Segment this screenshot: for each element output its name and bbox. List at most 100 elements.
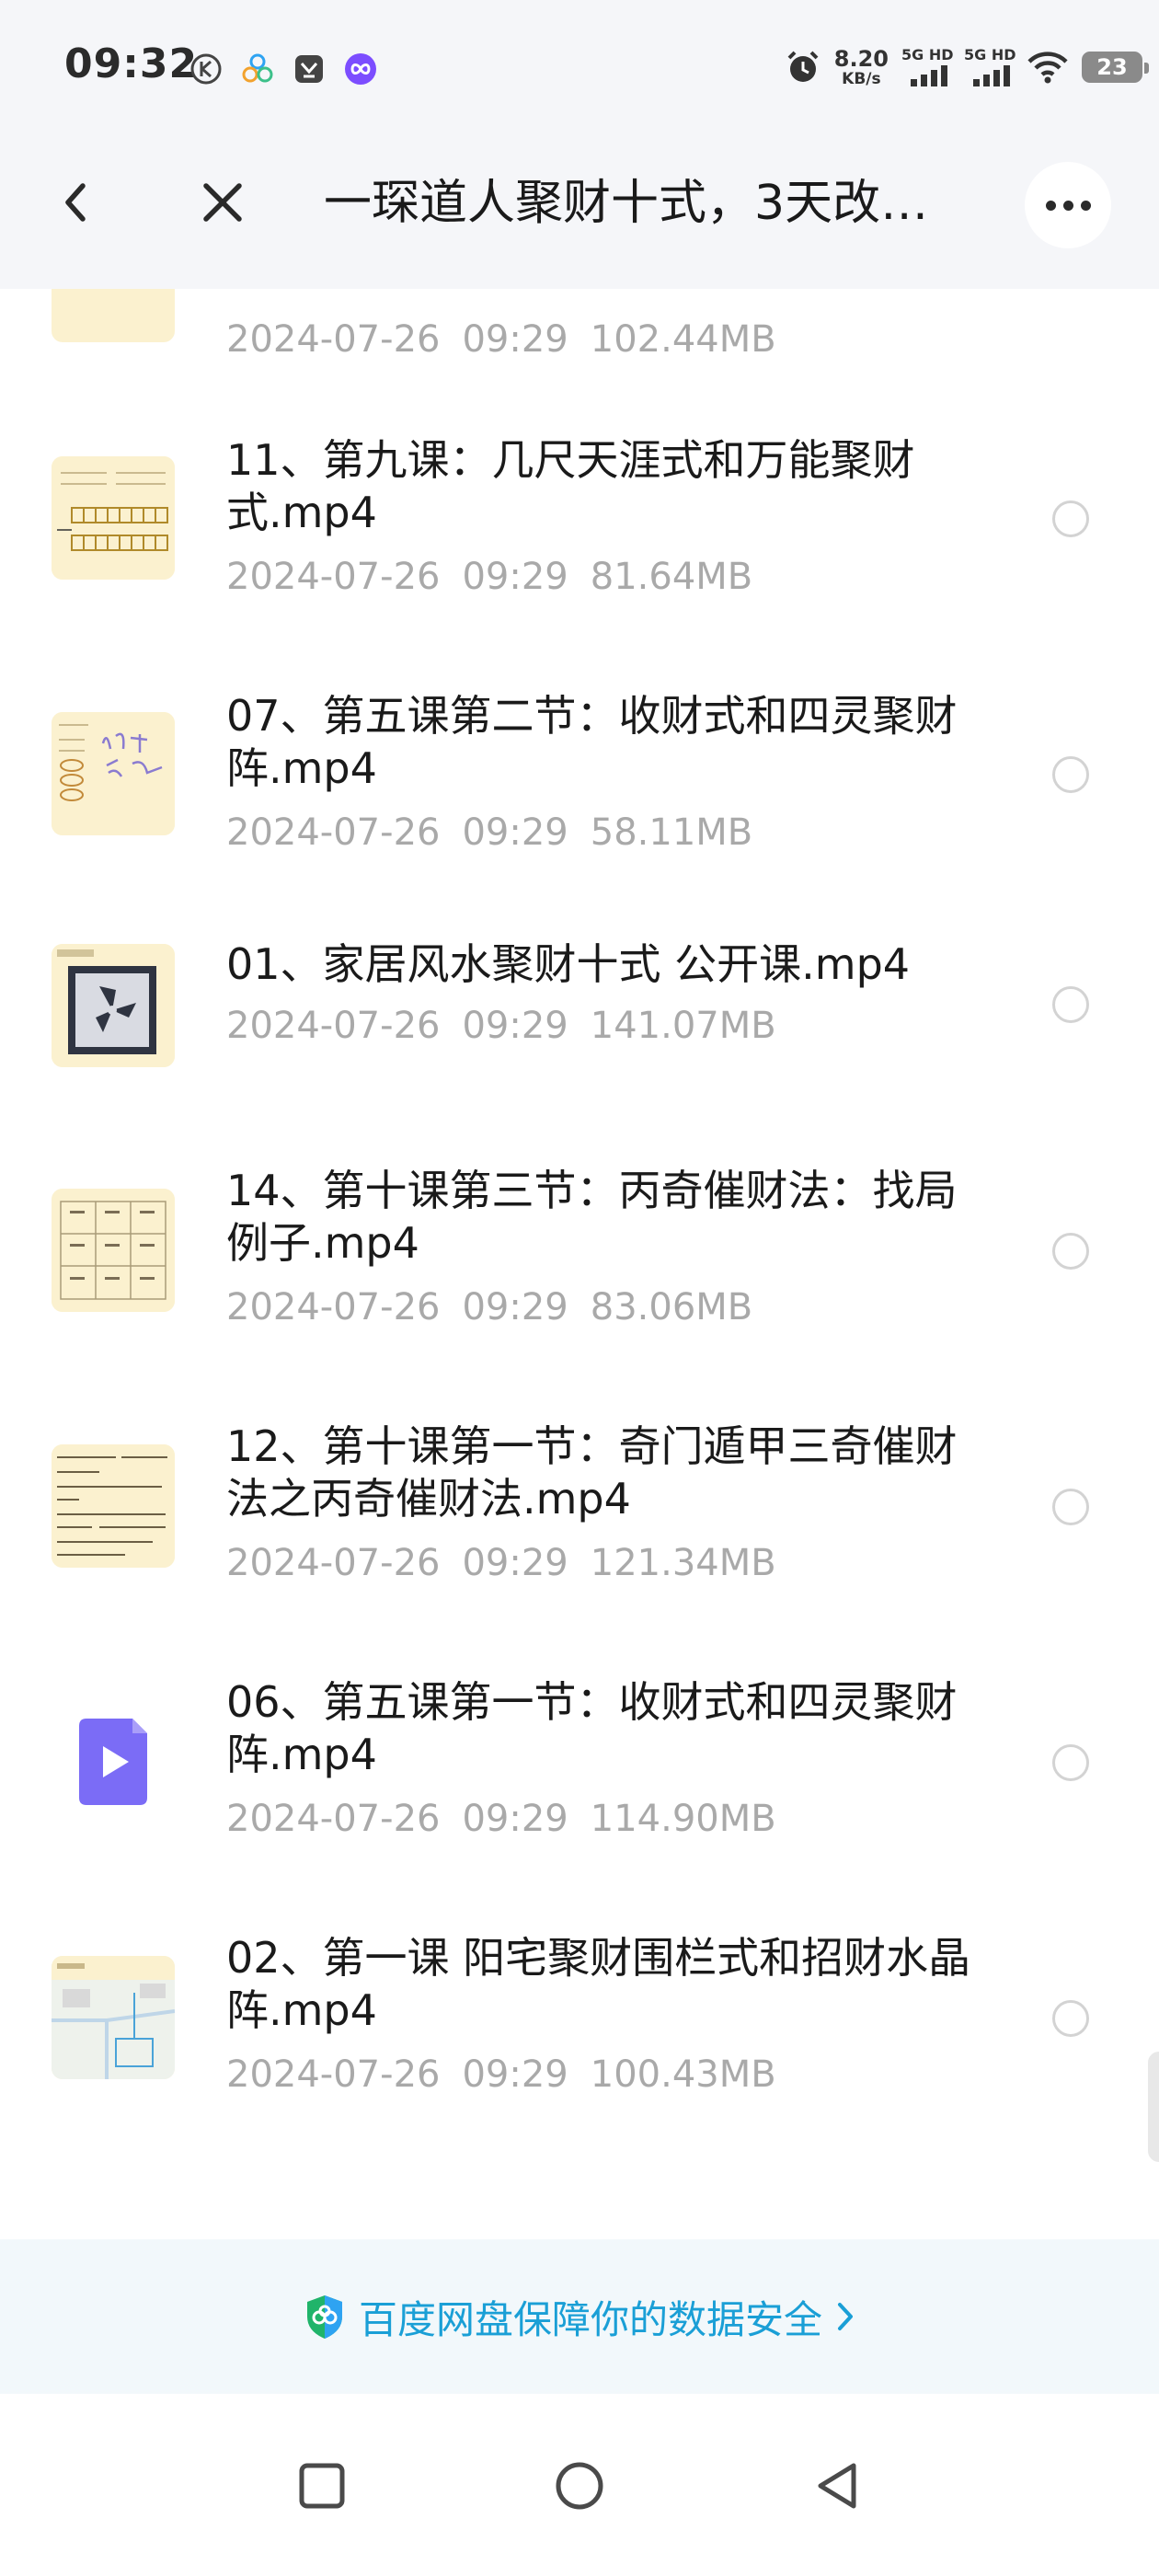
file-row[interactable]: 11、第九课：几尺天涯式和万能聚财式.mp4 2024-07-26 09:29 81… <box>0 408 1159 664</box>
signal-icon: 5G HD <box>901 46 954 88</box>
file-size: 58.11MB <box>590 811 753 854</box>
file-time: 09:29 <box>462 556 568 598</box>
sim1-label: 5G HD <box>901 46 954 63</box>
file-row[interactable]: 12、第十课第一节：奇门遁甲三奇催财法之丙奇催财法.mp4 2024-07-26… <box>0 1420 1159 1676</box>
file-meta: 2024-07-26 09:29 100.43MB <box>226 2053 798 2096</box>
file-row[interactable]: 2024-07-26 09:29 102.44MB <box>0 289 1159 408</box>
file-date: 2024-07-26 <box>226 1286 441 1328</box>
select-radio[interactable] <box>1052 1744 1089 1781</box>
recents-button[interactable] <box>276 2440 368 2532</box>
nav-back-button[interactable] <box>791 2440 883 2532</box>
wifi-icon <box>1027 52 1068 84</box>
select-radio[interactable] <box>1052 986 1089 1023</box>
file-meta: 2024-07-26 09:29 81.64MB <box>226 556 775 598</box>
back-triangle-icon <box>818 2463 856 2509</box>
text-slide-thumbnail <box>52 1444 175 1568</box>
close-icon <box>203 183 242 222</box>
title-bar: 一琛道人聚财十式，3天改… <box>0 118 1159 289</box>
signal-icon: 5G HD <box>964 46 1016 88</box>
security-banner[interactable]: 百度网盘保障你的数据安全 <box>0 2239 1159 2394</box>
file-row[interactable]: 02、第一课 阳宅聚财围栏式和招财水晶阵.mp4 2024-07-26 09:29… <box>0 1932 1159 2188</box>
file-meta: 2024-07-26 09:29 121.34MB <box>226 1542 798 1584</box>
file-row[interactable]: 07、第五课第二节：收财式和四灵聚财阵.mp4 2024-07-26 09:29 5… <box>0 664 1159 920</box>
select-radio[interactable] <box>1052 756 1089 793</box>
status-right-icons: 8.20 KB/s 5G HD 5G HD 23 <box>785 46 1149 88</box>
video-file-icon <box>52 1700 175 1823</box>
file-date: 2024-07-26 <box>226 556 441 598</box>
net-speed: 8.20 KB/s <box>834 48 889 87</box>
select-radio[interactable] <box>1052 500 1089 537</box>
security-text: 百度网盘保障你的数据安全 <box>358 2296 822 2342</box>
file-time: 09:29 <box>462 1286 568 1328</box>
file-date: 2024-07-26 <box>226 2053 441 2096</box>
file-meta: 2024-07-26 09:29 114.90MB <box>226 1798 798 1840</box>
more-button[interactable] <box>1025 162 1111 248</box>
file-time: 09:29 <box>462 1542 568 1584</box>
file-size: 100.43MB <box>590 2053 776 2096</box>
file-name: 01、家居风水聚财十式 公开课.mp4 <box>226 939 911 989</box>
file-date: 2024-07-26 <box>226 1005 441 1047</box>
k-circle-icon <box>190 53 222 85</box>
file-name: 06、第五课第一节：收财式和四灵聚财阵.mp4 <box>226 1677 958 1779</box>
file-meta: 2024-07-26 09:29 102.44MB <box>226 318 798 361</box>
battery-level: 23 <box>1096 54 1128 80</box>
file-name: 11、第九课：几尺天涯式和万能聚财式.mp4 <box>226 435 915 537</box>
home-circle-icon <box>556 2462 603 2510</box>
app-square-icon <box>295 55 323 83</box>
file-meta: 2024-07-26 09:29 141.07MB <box>226 1005 798 1047</box>
file-size: 121.34MB <box>590 1542 776 1584</box>
file-time: 09:29 <box>462 2053 568 2096</box>
back-chevron-icon <box>65 183 86 222</box>
navigation-bar <box>0 2394 1159 2576</box>
file-row[interactable]: 06、第五课第一节：收财式和四灵聚财阵.mp4 2024-07-26 09:29 1… <box>0 1676 1159 1932</box>
map-slide-thumbnail <box>52 1956 175 2079</box>
file-name: 14、第十课第三节：丙奇催财法：找局例子.mp4 <box>226 1166 958 1268</box>
sim2-label: 5G HD <box>964 46 1016 63</box>
more-icon <box>1045 200 1091 211</box>
battery-icon: 23 <box>1082 52 1149 83</box>
file-time: 09:29 <box>462 318 568 361</box>
file-size: 102.44MB <box>590 318 776 361</box>
file-row[interactable]: 14、第十课第三节：丙奇催财法：找局例子.mp4 2024-07-26 09:29… <box>0 1165 1159 1420</box>
file-list: 2024-07-26 09:29 102.44MB 11、第九课：几尺天涯式和万能聚… <box>0 289 1159 2239</box>
file-size: 114.90MB <box>590 1798 776 1840</box>
home-button[interactable] <box>534 2440 625 2532</box>
file-time: 09:29 <box>462 1005 568 1047</box>
file-meta: 2024-07-26 09:29 58.11MB <box>226 811 775 854</box>
handwriting-slide-thumbnail <box>52 712 175 835</box>
app-cluster-icon <box>242 53 273 83</box>
edge-swipe-handle[interactable] <box>1148 2052 1159 2162</box>
file-meta: 2024-07-26 09:29 83.06MB <box>226 1286 775 1328</box>
status-time: 09:32 <box>64 40 199 87</box>
file-size: 141.07MB <box>590 1005 776 1047</box>
file-size: 81.64MB <box>590 556 753 598</box>
shield-icon <box>306 2295 342 2339</box>
net-speed-unit: KB/s <box>842 69 881 88</box>
file-row[interactable]: 01、家居风水聚财十式 公开课.mp4 2024-07-26 09:29 141.0… <box>0 920 1159 1176</box>
file-date: 2024-07-26 <box>226 1542 441 1584</box>
file-date: 2024-07-26 <box>226 811 441 854</box>
alarm-icon <box>787 51 819 82</box>
file-date: 2024-07-26 <box>226 1798 441 1840</box>
file-time: 09:29 <box>462 811 568 854</box>
infinity-icon <box>345 53 376 85</box>
close-button[interactable] <box>189 169 256 236</box>
yellow-thumbnail <box>52 289 175 342</box>
grid-slide-thumbnail <box>52 456 175 580</box>
net-speed-value: 8.20 <box>833 45 889 72</box>
file-name: 02、第一课 阳宅聚财围栏式和招财水晶阵.mp4 <box>226 1933 971 2035</box>
file-name: 12、第十课第一节：奇门遁甲三奇催财法之丙奇催财法.mp4 <box>226 1421 958 1524</box>
file-date: 2024-07-26 <box>226 318 441 361</box>
chevron-right-icon <box>838 2303 853 2330</box>
file-name: 07、第五课第二节：收财式和四灵聚财阵.mp4 <box>226 691 958 793</box>
status-left-icons <box>189 52 378 86</box>
select-radio[interactable] <box>1052 1233 1089 1270</box>
recents-square-icon <box>299 2463 345 2509</box>
nine-grid-thumbnail <box>52 1189 175 1312</box>
back-button[interactable] <box>42 169 109 236</box>
file-time: 09:29 <box>462 1798 568 1840</box>
page-title: 一琛道人聚财十式，3天改… <box>324 176 929 231</box>
select-radio[interactable] <box>1052 2000 1089 2037</box>
status-bar: 09:32 8.20 KB/s 5G HD 5G HD 23 <box>0 0 1159 118</box>
select-radio[interactable] <box>1052 1489 1089 1525</box>
